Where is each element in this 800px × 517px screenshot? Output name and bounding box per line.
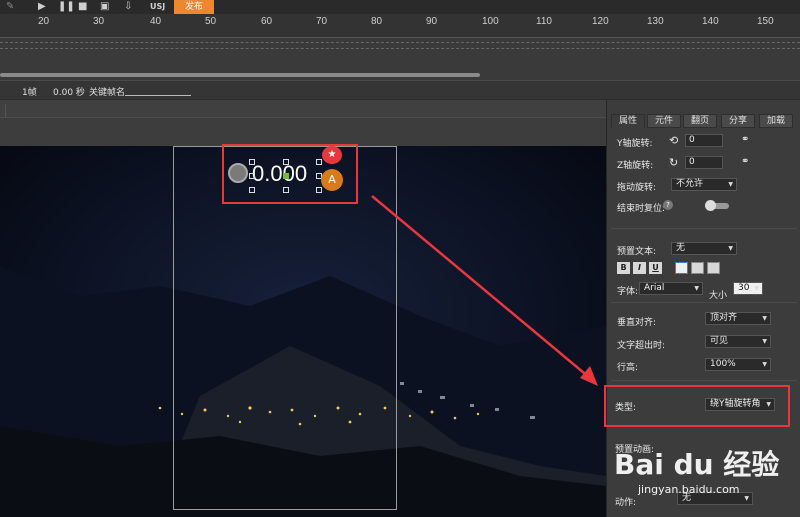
frame-info-bar: 1帧 0.00 秒 关键帧名 xyxy=(0,80,800,100)
ruler-tick-label: 40 xyxy=(150,16,162,27)
tab-properties[interactable]: 属性 xyxy=(611,114,645,128)
stop-icon[interactable]: ■ xyxy=(78,1,87,13)
timeline-scrollbar[interactable] xyxy=(0,73,480,77)
valign-select[interactable]: 顶对齐 xyxy=(705,312,771,325)
track-row xyxy=(0,42,800,43)
align-center-button[interactable] xyxy=(691,262,704,274)
ruler-tick-label: 150 xyxy=(757,16,774,27)
line-height-select[interactable]: 100% xyxy=(705,358,771,371)
track-row xyxy=(0,48,800,49)
preview-icon[interactable]: ▣ xyxy=(100,1,109,13)
ruler-tick-label: 100 xyxy=(482,16,499,27)
action-label: 动作: xyxy=(615,498,637,508)
y-rotate-input[interactable]: 0 xyxy=(685,134,723,147)
type-highlight xyxy=(604,385,790,427)
baidu-watermark: Bai du 经验 xyxy=(614,448,780,481)
size-label: 大小 xyxy=(709,291,728,301)
frame-number: 1帧 xyxy=(22,88,37,98)
export-icon[interactable]: ⇩ xyxy=(124,1,132,13)
tab-load[interactable]: 加载 xyxy=(759,114,793,128)
top-toolbar: ✎ ▶ ❚❚ ■ ▣ ⇩ USJ 发布 xyxy=(0,0,800,14)
reset-toggle-knob[interactable] xyxy=(705,200,716,211)
tab-components[interactable]: 元件 xyxy=(647,114,681,128)
font-label: 字体: xyxy=(617,287,639,297)
align-right-button[interactable] xyxy=(707,262,720,274)
canvas-header xyxy=(0,100,606,118)
watermark-url: jingyan.baidu.com xyxy=(638,483,740,496)
ruler-tick-label: 80 xyxy=(371,16,383,27)
tab-pageflip[interactable]: 翻页 xyxy=(683,114,717,128)
ruler-tick-label: 90 xyxy=(426,16,438,27)
ruler-tick-label: 30 xyxy=(93,16,105,27)
panel-tabs: 属性 元件 翻页 分享 加载 xyxy=(611,114,800,128)
tab-share[interactable]: 分享 xyxy=(721,114,755,128)
align-left-button[interactable] xyxy=(675,262,688,274)
preset-text-select[interactable]: 无 xyxy=(671,242,737,255)
line-height-label: 行高: xyxy=(617,363,639,373)
publish-button[interactable]: 发布 xyxy=(174,0,214,14)
timeline-ruler[interactable]: 20 30 40 50 60 70 80 90 100 110 120 130 … xyxy=(0,14,800,38)
italic-button[interactable]: I xyxy=(633,262,646,274)
z-rotate-label: Z轴旋转: xyxy=(617,161,654,171)
overflow-label: 文字超出时: xyxy=(617,341,666,351)
keyframe-name-label: 关键帧名 xyxy=(89,88,126,98)
font-select[interactable]: Arial xyxy=(639,282,703,295)
overflow-select[interactable]: 可见 xyxy=(705,335,771,348)
ruler-tick-label: 120 xyxy=(592,16,609,27)
ruler-tick-label: 110 xyxy=(536,16,552,27)
keyframe-name-input[interactable] xyxy=(125,95,191,96)
pen-icon[interactable]: ✎ xyxy=(6,1,14,13)
ruler-tick-label: 70 xyxy=(316,16,328,27)
ruler-tick-label: 60 xyxy=(261,16,273,27)
preset-text-label: 预置文本: xyxy=(617,247,657,257)
ruler-tick-label: 20 xyxy=(38,16,50,27)
drag-rotate-select[interactable]: 不允许 xyxy=(671,178,737,191)
y-rotate-icon: ⟲ xyxy=(669,134,679,147)
link-icon[interactable]: ⚭ xyxy=(741,134,749,145)
play-icon[interactable]: ▶ xyxy=(38,1,46,13)
ruler-tick-label: 50 xyxy=(205,16,217,27)
size-select[interactable]: 30 xyxy=(733,282,763,295)
z-rotate-input[interactable]: 0 xyxy=(685,156,723,169)
ruler-tick-label: 140 xyxy=(702,16,719,27)
underline-button[interactable]: U xyxy=(649,262,662,274)
timeline-tracks[interactable] xyxy=(0,38,800,78)
pause-icon[interactable]: ❚❚ xyxy=(58,1,75,13)
frame-seconds: 0.00 秒 xyxy=(53,88,85,98)
help-icon[interactable]: ? xyxy=(663,200,673,210)
ruler-tick-label: 130 xyxy=(647,16,664,27)
z-rotate-icon: ↻ xyxy=(669,156,679,169)
valign-label: 垂直对齐: xyxy=(617,318,657,328)
reset-on-end-label: 结束时复位: xyxy=(617,204,666,214)
y-rotate-label: Y轴旋转: xyxy=(617,139,653,149)
bold-button[interactable]: B xyxy=(617,262,630,274)
drag-rotate-label: 拖动旋转: xyxy=(617,183,657,193)
widget-highlight xyxy=(222,144,358,204)
link-icon[interactable]: ⚭ xyxy=(741,156,749,167)
usj-button[interactable]: USJ xyxy=(150,1,165,13)
